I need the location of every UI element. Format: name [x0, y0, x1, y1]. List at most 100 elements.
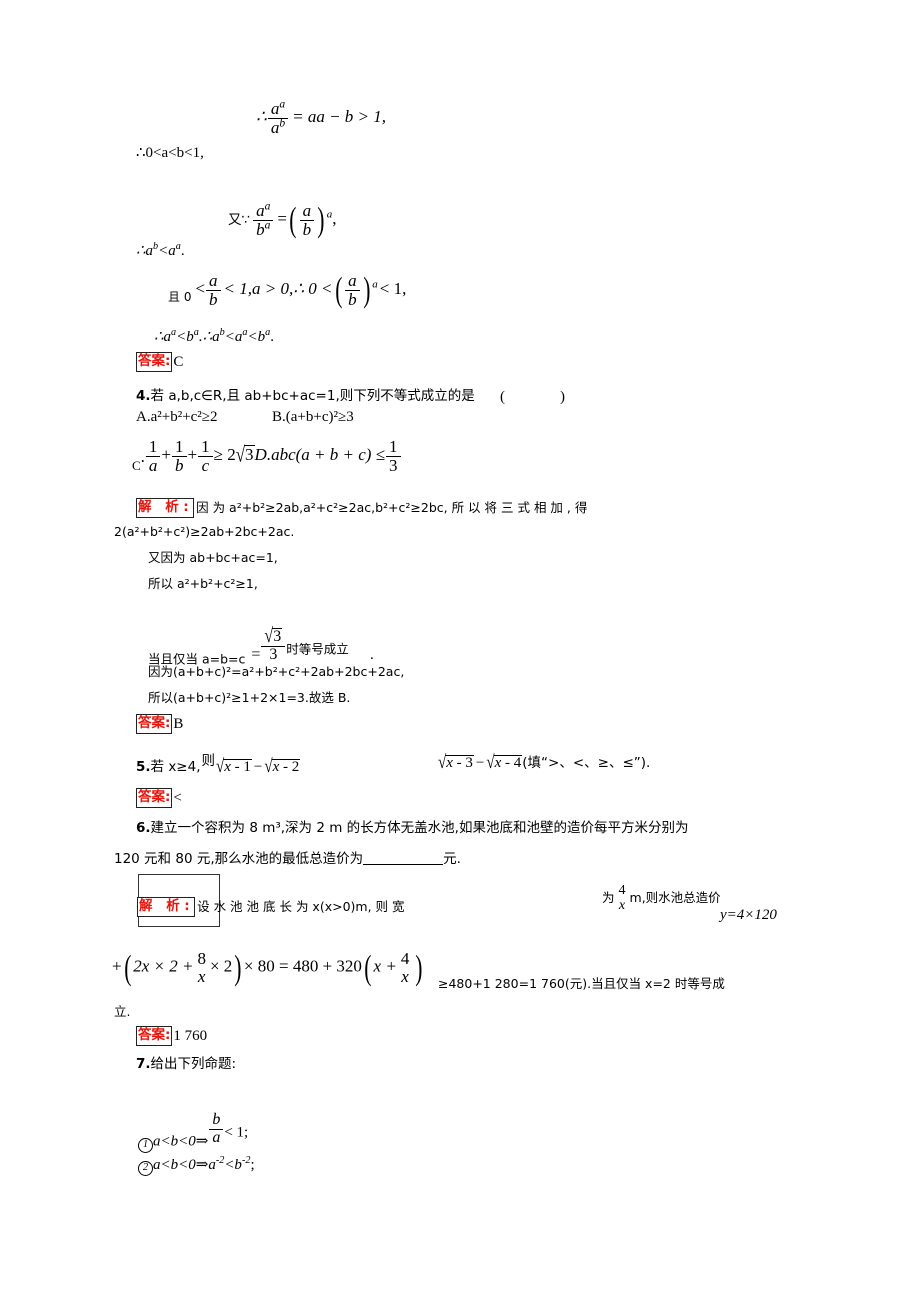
document-page: ∴ aa ab = aa − b > 1, ∴0<a<b<1, 又∵ aa ba =(a b)…	[0, 0, 920, 1302]
q3-line1: ∴ aa ab = aa − b > 1,	[256, 98, 387, 136]
q6-answer-row: 答案: 1 760	[136, 1026, 207, 1046]
fraction-sqrt3-over-3: √3 3	[261, 626, 286, 663]
q3-line6: ∴aa<ba.∴ab<aa<ba.	[154, 327, 274, 345]
equals-sign: =	[277, 209, 287, 229]
fraction-a-over-b-3: ab	[345, 272, 360, 308]
analysis-tag: 解 析:	[136, 498, 195, 518]
option-c-letter: C	[132, 458, 141, 474]
q3-line2: ∴0<a<b<1,	[136, 145, 204, 161]
fraction-4-over-x: 4x	[618, 883, 626, 913]
q4-analysis-row1: 解 析: 因 为 a²+b²≥2ab,a²+c²≥2ac,b²+c²≥2bc, 所…	[136, 498, 587, 518]
q3-line4: ∴ab<aa.	[136, 241, 185, 259]
q4-stem-text: 若 a,b,c∈R,且 ab+bc+ac=1,则下列不等式成立的是	[150, 388, 475, 404]
q5-stem-pre: 若 x≥4,	[150, 759, 201, 775]
q6-stem-line2: 120 元和 80 元,那么水池的最低总造价为 元.	[114, 848, 461, 867]
q4-analysis-l4: 所以 a²+b²+c²≥1,	[148, 576, 258, 591]
sqrt-3-icon: √3	[235, 442, 255, 467]
q5-ze: 则	[201, 753, 216, 769]
qie-zero: 且 0	[168, 290, 192, 305]
answer-tag: 答案:	[136, 352, 173, 372]
q7-number: 7.	[136, 1056, 151, 1072]
q6-answer-blank[interactable]	[363, 848, 444, 865]
q6-frac-pre: 为	[602, 890, 615, 906]
q7-item-1: 1 a<b<0⇒ b a < 1;	[138, 1111, 248, 1153]
q6-analysis-l3: 立.	[114, 1004, 131, 1019]
paren-close-3: )	[234, 947, 242, 987]
q7-item-2: 2 a<b<0⇒a-2<b-2;	[138, 1155, 255, 1176]
paren-close-4: )	[415, 947, 423, 987]
q4-answer-value: B	[173, 715, 184, 732]
q6-analysis-a: 设 水 池 池 底 长 为 x(x>0)m, 则 宽	[197, 898, 405, 914]
sqrt-x-minus-3-icon: √x - 3	[438, 752, 474, 773]
answer-tag-4: 答案:	[136, 1026, 173, 1046]
q6-stem-l1: 建立一个容积为 8 m³,深为 2 m 的长方体无盖水池,如果池底和池壁的造价每…	[150, 820, 689, 836]
answer-tag-3: 答案:	[136, 788, 173, 808]
you-because-symbol: 又∵	[228, 212, 251, 229]
fraction-1-over-c: 1c	[198, 438, 213, 474]
q4-analysis-l2: 2(a²+b²+c²)≥2ab+2bc+2ac.	[114, 524, 295, 539]
q3-line1-rest: = aa − b > 1,	[292, 107, 387, 127]
analysis-tag-2: 解 析:	[137, 897, 196, 917]
q4-analysis-l1: 因 为 a²+b²≥2ab,a²+c²≥2ac,b²+c²≥2bc, 所 以 将…	[196, 499, 588, 515]
q4-stem: 4.若 a,b,c∈R,且 ab+bc+ac=1,则下列不等式成立的是	[136, 388, 475, 404]
q4-option-a[interactable]: A.a²+b²+c²≥2	[136, 410, 218, 425]
q4-paren-close: )	[560, 389, 565, 405]
fraction-8-over-x: 8x	[197, 949, 206, 986]
q4-analysis-l7: 所以(a+b+c)²≥1+2×1=3.故选 B.	[148, 690, 351, 705]
q3-answer-value: C	[173, 353, 184, 370]
q4-option-b[interactable]: B.(a+b+c)²≥3	[272, 410, 354, 425]
fraction-a-over-b-2: ab	[206, 272, 221, 308]
fraction-4-over-x-2: 4x	[400, 949, 410, 986]
sqrt-x-minus-2-icon: √x - 2	[264, 756, 301, 777]
fraction-a-over-b: ab	[299, 202, 315, 238]
q4-analysis-l5-dot: .	[370, 647, 374, 663]
q6-analysis-line2: +(2x × 2 +8 x × 2) × 80 = 480 + 320(x +4 x)	[112, 947, 423, 987]
q7-stem-text: 给出下列命题:	[150, 1056, 237, 1072]
therefore-symbol: ∴	[256, 107, 267, 127]
paren-open-2: (	[334, 270, 342, 310]
q5-answer-row: 答案: <	[136, 788, 182, 808]
q3-line3: 又∵ aa ba =(a b) a,	[228, 199, 337, 240]
q6-frac-post: m,则水池总造价	[629, 890, 721, 906]
q4-paren-open: (	[500, 389, 505, 405]
option-d-text: D.abc(a + b + c) ≤	[254, 445, 386, 465]
circled-number-2: 2	[138, 1161, 153, 1176]
q4-analysis-l5: 当且仅当 a=b=c = √3 3 时等号成立	[148, 625, 349, 667]
q5-stem: 5.若 x≥4,则√x - 1− √x - 2	[136, 753, 301, 777]
q6-analysis-y: y=4×120	[720, 907, 777, 923]
q6-answer-value: 1 760	[173, 1027, 208, 1044]
q4-analysis-l3: 又因为 ab+bc+ac=1,	[148, 550, 278, 565]
q6-analysis-tail: ≥480+1 280=1 760(元).当且仅当 x=2 时等号成	[438, 976, 725, 991]
q6-number: 6.	[136, 820, 151, 836]
q6-analysis-row1: 解 析: 设 水 池 池 底 长 为 x(x>0)m, 则 宽	[137, 897, 405, 917]
q6-stem-l2-pre: 120 元和 80 元,那么水池的最低总造价为	[114, 851, 364, 867]
q4-answer-row: 答案: B	[136, 714, 183, 734]
q3-answer-row: 答案: C	[136, 352, 183, 372]
q5-number: 5.	[136, 759, 151, 775]
q6-stem-line1: 6.建立一个容积为 8 m³,深为 2 m 的长方体无盖水池,如果池底和池壁的造…	[136, 820, 688, 836]
fraction-b-over-a: ba	[209, 1111, 224, 1146]
q5-tail: (填“>、<、≥、≤”).	[522, 755, 651, 771]
paren-close-2: )	[362, 270, 371, 310]
q7-stem: 7.给出下列命题:	[136, 1056, 236, 1072]
fraction-1-over-b: 1b	[172, 438, 187, 474]
sqrt-x-minus-4-icon: √x - 4	[486, 752, 523, 773]
sqrt-x-minus-1-icon: √x - 1	[216, 756, 252, 777]
q6-analysis-width-expr: 为 4 x m,则水池总造价	[602, 883, 721, 913]
q6-stem-l2-post: 元.	[443, 851, 461, 867]
fraction-1-over-a: 1a	[145, 438, 161, 474]
q3-line5: 且 0 < a b < 1,a > 0,∴ 0 <(a b) a < 1,	[168, 270, 407, 310]
paren-open-3: (	[123, 947, 131, 987]
fraction-a-pow-a-over-b-pow-a: aa ba	[253, 200, 274, 238]
q4-analysis-l6: 因为(a+b+c)²=a²+b²+c²+2ab+2bc+2ac,	[148, 664, 405, 679]
q4-analysis-l5-post: 时等号成立	[286, 641, 349, 657]
q4-option-c-d[interactable]: C. 1 a +1 b +1 c ≥ 2√3D.abc(a + b + c) ≤1 3	[132, 438, 402, 474]
paren-open: (	[289, 200, 297, 240]
paren-close: )	[317, 200, 325, 240]
q4-number: 4.	[136, 388, 151, 404]
answer-tag-2: 答案:	[136, 714, 173, 734]
fraction-a-pow-a-over-a-pow-b: aa ab	[267, 98, 289, 136]
circled-number-1: 1	[138, 1137, 153, 1153]
paren-open-4: (	[364, 947, 372, 987]
fraction-1-over-3: 13	[386, 438, 401, 474]
